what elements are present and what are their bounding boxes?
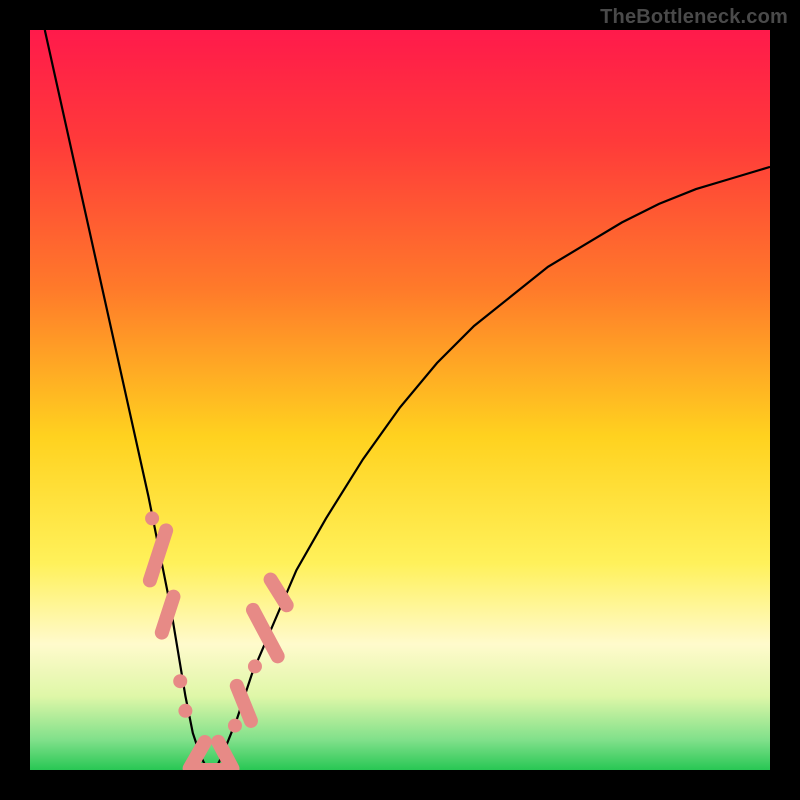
watermark-text: TheBottleneck.com	[600, 6, 788, 29]
marker-lozenge	[153, 588, 182, 642]
marker-dot	[248, 659, 262, 673]
marker-lozenge	[141, 522, 175, 590]
curve-markers	[141, 511, 296, 770]
marker-lozenge	[244, 600, 288, 665]
bottleneck-curve	[45, 30, 770, 770]
plot-area	[30, 30, 770, 770]
marker-dot	[178, 704, 192, 718]
marker-lozenge	[261, 570, 296, 615]
marker-dot	[145, 511, 159, 525]
chart-frame: TheBottleneck.com	[0, 0, 800, 800]
curve-layer	[30, 30, 770, 770]
marker-dot	[173, 674, 187, 688]
marker-dot	[228, 719, 242, 733]
